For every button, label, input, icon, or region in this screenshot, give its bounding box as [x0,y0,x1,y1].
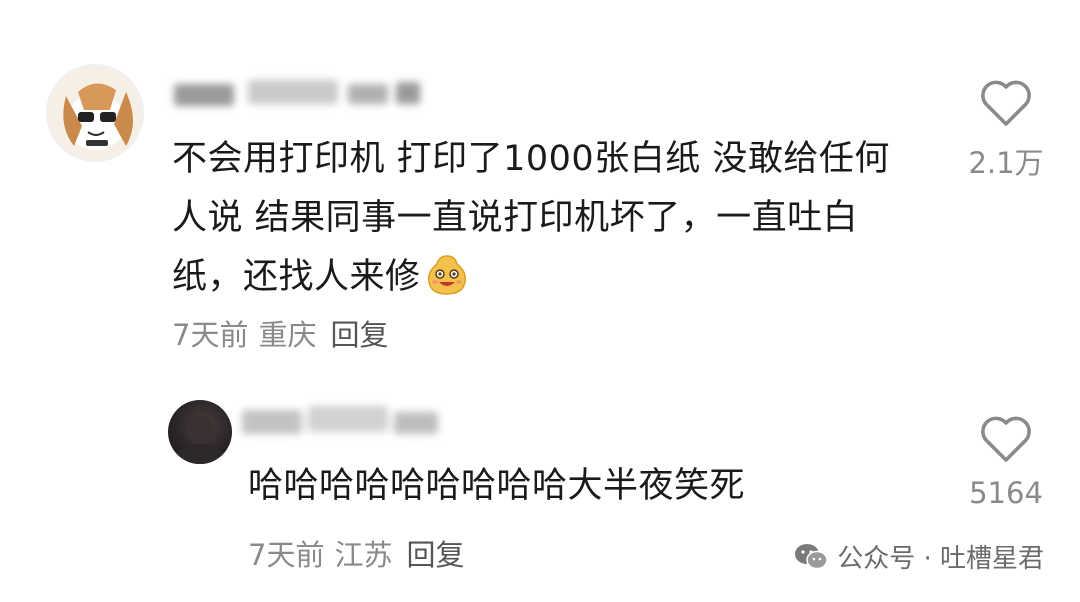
heart-icon [981,416,1031,462]
dog-avatar-icon [63,83,133,150]
comment-time: 7天前 [172,318,249,352]
watermark-text: 公众号 · 吐槽星君 [837,544,1044,574]
comment-text: 不会用打印机 打印了1000张白纸 没敢给任何人说 结果同事一直说打印机坏了，一… [172,139,890,297]
user-avatar-icon [174,416,226,464]
reply-text: 哈哈哈哈哈哈哈哈哈大半夜笑死 [248,466,746,506]
like-count: 5164 [969,476,1043,510]
like-count: 2.1万 [968,146,1044,180]
reply-button[interactable]: 回复 [406,538,464,572]
avatar[interactable] [46,64,144,162]
like-button[interactable]: 2.1万 [956,78,1056,182]
heart-icon [981,80,1031,126]
avatar[interactable] [168,400,232,464]
smiling-face-emoji-icon [425,252,469,296]
like-button[interactable]: 5164 [956,414,1056,510]
comment-location: 重庆 [258,318,317,352]
username-blurred[interactable] [238,400,448,444]
reply-button[interactable]: 回复 [330,318,388,352]
reply-time: 7天前 [248,538,325,572]
reply-location: 江苏 [334,538,393,572]
comment-meta: 7天前 重庆 回复 [172,312,388,354]
reply-meta: 7天前 江苏 回复 [248,532,464,574]
watermark: 公众号 · 吐槽星君 [793,538,1044,575]
wechat-icon [795,543,828,569]
username-blurred[interactable] [168,70,428,110]
